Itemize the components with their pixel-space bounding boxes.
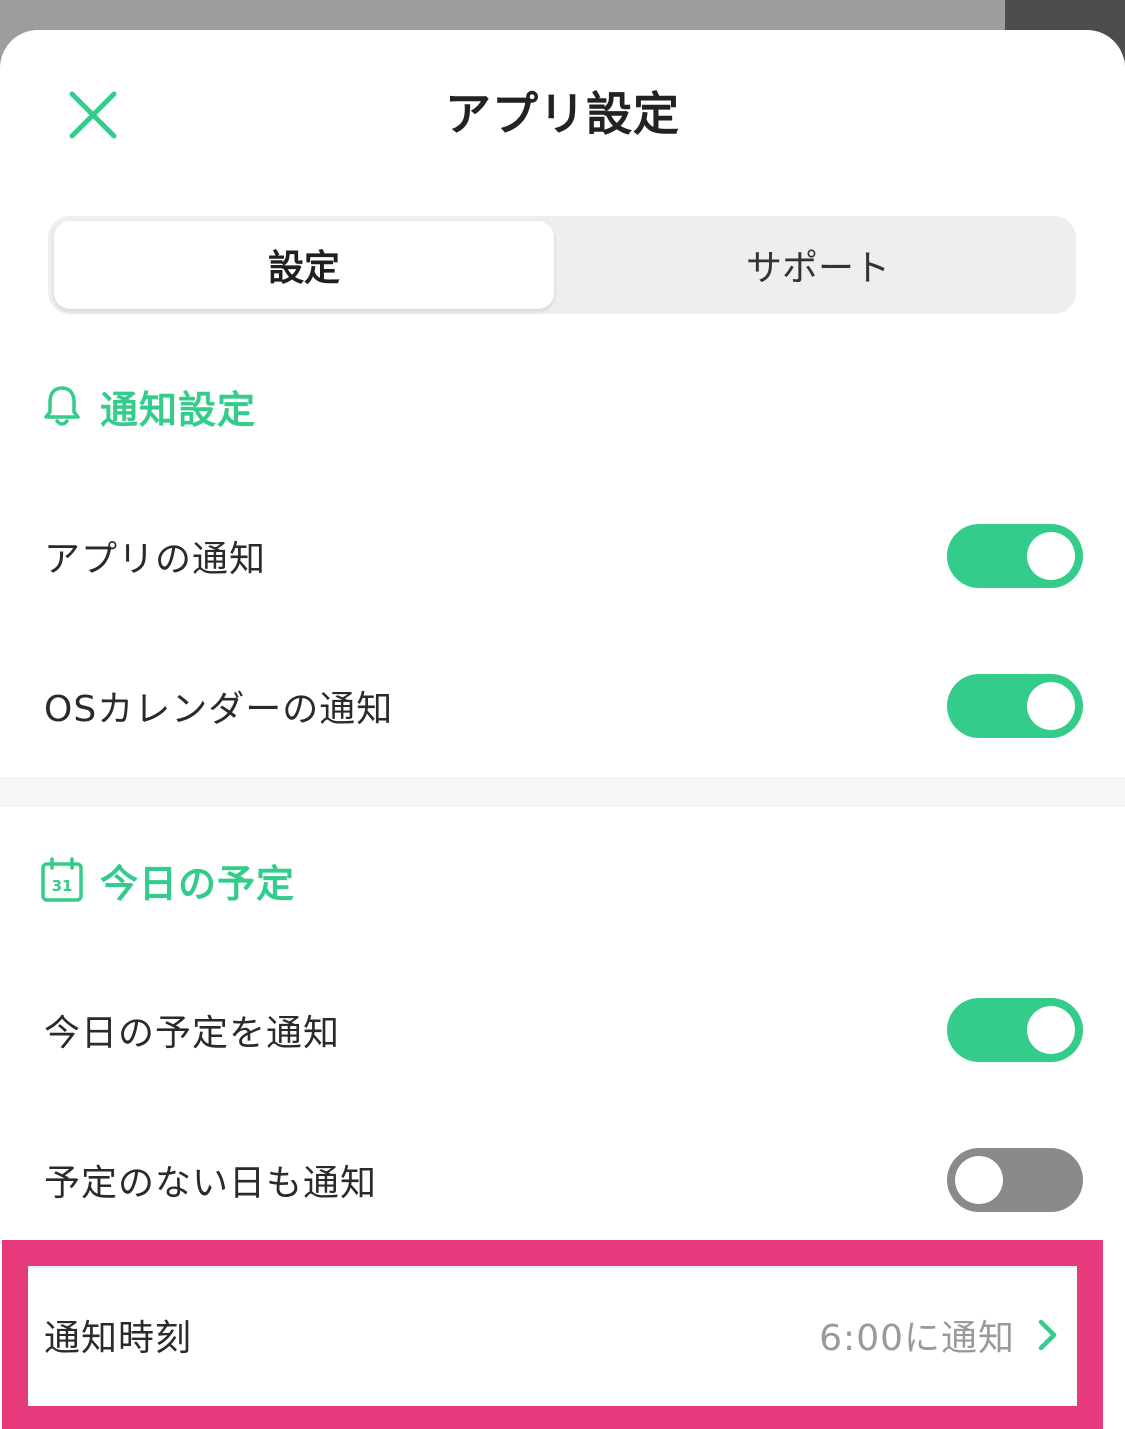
notify-time-label: 通知時刻 <box>44 1318 193 1359</box>
tab-settings[interactable]: 設定 <box>54 221 554 309</box>
setting-row-app-notification: アプリの通知 <box>0 496 1125 616</box>
section-header-notifications: 通知設定 <box>40 376 256 436</box>
toggle-switch[interactable] <box>947 524 1083 588</box>
calendar-icon-date: 31 <box>52 877 73 895</box>
setting-row-os-calendar-notification: OSカレンダーの通知 <box>0 646 1125 766</box>
toggle-knob <box>1027 1006 1075 1054</box>
segmented-control: 設定 サポート <box>48 216 1076 314</box>
setting-row-notify-empty-day: 予定のない日も通知 <box>0 1120 1125 1240</box>
calendar-icon: 31 <box>40 857 84 903</box>
section-title: 今日の予定 <box>100 861 296 906</box>
bell-icon <box>40 383 84 429</box>
sheet-header: アプリ設定 <box>0 30 1125 200</box>
setting-label: OSカレンダーの通知 <box>44 689 394 730</box>
toggle-switch[interactable] <box>947 674 1083 738</box>
toggle-knob <box>1027 682 1075 730</box>
toggle-switch[interactable] <box>947 1148 1083 1212</box>
setting-row-notify-today: 今日の予定を通知 <box>0 970 1125 1090</box>
setting-label: アプリの通知 <box>44 539 267 580</box>
section-title: 通知設定 <box>100 387 257 432</box>
notify-time-value: 6:00に通知 <box>819 1318 1015 1359</box>
toggle-knob <box>1027 532 1075 580</box>
chevron-right-icon <box>1037 1317 1061 1353</box>
notify-time-row[interactable]: 通知時刻 6:00に通知 <box>0 1266 1125 1404</box>
toggle-knob <box>955 1156 1003 1204</box>
setting-label: 今日の予定を通知 <box>44 1013 341 1054</box>
toggle-switch[interactable] <box>947 998 1083 1062</box>
page-title: アプリ設定 <box>445 87 680 141</box>
section-separator <box>0 778 1125 806</box>
setting-label: 予定のない日も通知 <box>44 1163 378 1204</box>
settings-sheet: アプリ設定 設定 サポート 通知設定 アプリの通知 OSカレンダーの通知 31 … <box>0 30 1125 1429</box>
tab-support[interactable]: サポート <box>568 221 1068 309</box>
section-header-today: 31 今日の予定 <box>40 850 295 910</box>
